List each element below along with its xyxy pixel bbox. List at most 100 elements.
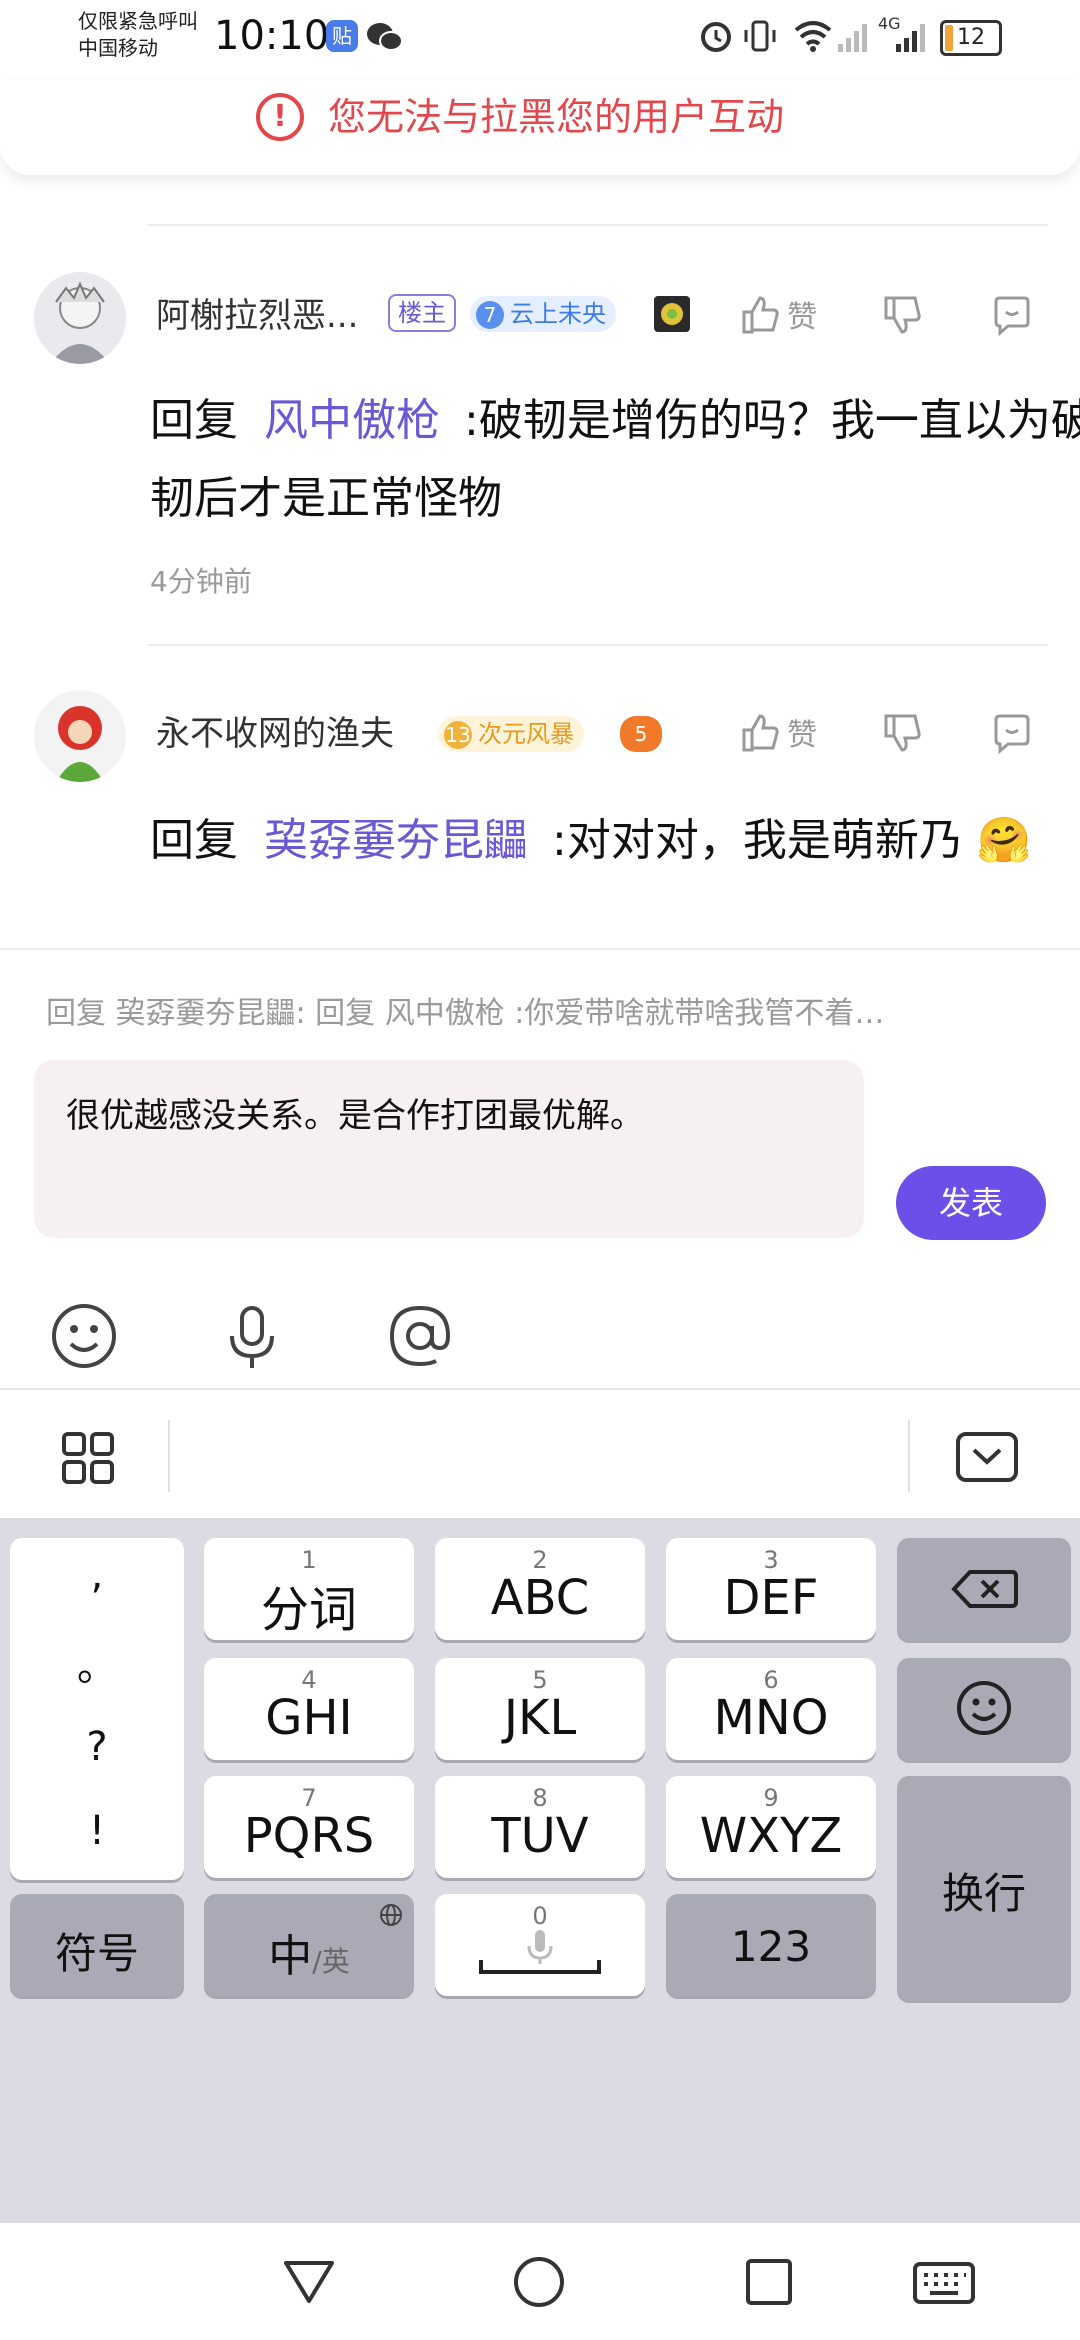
username[interactable]: 永不收网的渔夫 xyxy=(156,712,394,756)
battery-level: 12 xyxy=(957,25,985,50)
punct-period[interactable]: 。 xyxy=(10,1634,184,1692)
send-button[interactable]: 发表 xyxy=(896,1166,1046,1240)
like-button[interactable]: 赞 xyxy=(738,292,817,338)
wifi-icon xyxy=(794,21,832,52)
toast-message: 您无法与拉黑您的用户互动 xyxy=(328,95,785,139)
backspace-key[interactable] xyxy=(897,1538,1071,1640)
like-label: 赞 xyxy=(787,718,818,753)
key-2[interactable]: 2 ABC xyxy=(435,1538,645,1640)
mention-at-icon[interactable] xyxy=(380,1296,460,1376)
blocked-toast: ! 您无法与拉黑您的用户互动 xyxy=(0,80,1080,175)
comment-item: 阿榭拉烈恶... 楼主 7 云上未央 赞 回复 风中傲枪:破韧是增伤的吗？我一直以… xyxy=(0,226,1080,646)
emoji-icon[interactable] xyxy=(44,1296,124,1376)
numbers-key[interactable]: 123 xyxy=(666,1894,876,1996)
thumbs-down-icon[interactable] xyxy=(880,712,924,756)
signal-sim2-icon xyxy=(896,24,925,52)
punct-exclaim[interactable]: ! xyxy=(10,1808,184,1854)
divider xyxy=(908,1420,910,1492)
key-label: MNO xyxy=(713,1690,829,1746)
alarm-icon xyxy=(701,22,731,52)
key-4[interactable]: 4 GHI xyxy=(204,1658,414,1760)
comment-time: 4分钟前 xyxy=(150,565,252,598)
thumbs-up-icon xyxy=(742,714,779,752)
avatar[interactable] xyxy=(34,272,126,364)
key-8[interactable]: 8 TUV xyxy=(435,1776,645,1878)
vibrate-icon xyxy=(744,20,776,52)
backspace-icon xyxy=(951,1570,1018,1608)
hide-keyboard-icon[interactable] xyxy=(954,1430,1020,1484)
wechat-notification-icon xyxy=(367,23,403,51)
comment-body: :对对对，我是萌新乃 xyxy=(552,815,963,866)
level-number: 13 xyxy=(444,721,472,749)
medal-icon xyxy=(654,296,690,332)
enter-key[interactable]: 换行 xyxy=(897,1776,1071,2000)
navigation-bar xyxy=(0,2223,1080,2340)
space-key[interactable]: 0 xyxy=(435,1894,645,1996)
reply-quote: 回复 巭孬嫑夯昆鼺: 回复 风中傲枪 :你爱带啥就带啥我管不着… xyxy=(46,996,885,1031)
level-number: 7 xyxy=(476,301,504,329)
reply-comment-icon[interactable] xyxy=(990,294,1034,338)
space-number: 0 xyxy=(532,1902,548,1930)
signal-sim1-icon xyxy=(838,24,867,52)
gamepad-badge-icon: 5 xyxy=(620,716,662,752)
keyboard-switch-icon[interactable] xyxy=(912,2261,976,2305)
recents-nav-icon[interactable] xyxy=(744,2257,794,2307)
carrier-line-2: 中国移动 xyxy=(78,36,158,60)
like-button[interactable]: 赞 xyxy=(738,710,817,756)
avatar[interactable] xyxy=(34,690,126,782)
punct-question[interactable]: ? xyxy=(10,1724,184,1770)
key-5[interactable]: 5 JKL xyxy=(435,1658,645,1760)
lang-alt: /英 xyxy=(312,1945,350,1978)
keyboard-menu-grid-icon[interactable] xyxy=(58,1428,118,1488)
key-1[interactable]: 1 分词 xyxy=(204,1538,414,1640)
badge-name: 次元风暴 xyxy=(478,720,574,748)
punct-comma[interactable]: , xyxy=(10,1552,184,1598)
username[interactable]: 阿榭拉烈恶... xyxy=(156,294,358,338)
symbols-label: 符号 xyxy=(54,1929,139,1978)
back-nav-icon[interactable] xyxy=(282,2257,336,2307)
lang-main: 中 xyxy=(268,1931,313,1982)
language-switch-key[interactable]: 中/英 xyxy=(204,1894,414,1996)
symbols-key[interactable]: 符号 xyxy=(10,1894,184,1996)
mention-link[interactable]: 风中傲枪 xyxy=(264,395,440,446)
reply-input[interactable]: 很优越感没关系。是合作打团最优解。 xyxy=(34,1060,864,1238)
status-bar: 仅限紧急呼叫 中国移动 10:10 贴 4G 12 xyxy=(0,0,1080,80)
key-6[interactable]: 6 MNO xyxy=(666,1658,876,1760)
clock: 10:10 xyxy=(214,13,330,59)
space-bar-line xyxy=(479,1960,601,1974)
comment-item: 永不收网的渔夫 13 次元风暴 5 赞 回复 巭孬嫑夯昆鼺:对对对，我是萌新乃 🤗 xyxy=(0,646,1080,948)
comment-text: 回复 风中傲枪:破韧是增伤的吗？我一直以为破韧后才是正常怪物 xyxy=(150,382,1080,538)
badge-name: 云上未央 xyxy=(510,300,606,328)
key-9[interactable]: 9 WXYZ xyxy=(666,1776,876,1878)
key-3[interactable]: 3 DEF xyxy=(666,1538,876,1640)
thumbs-up-icon xyxy=(742,296,779,334)
numbers-label: 123 xyxy=(730,1922,812,1971)
reply-comment-icon[interactable] xyxy=(990,712,1034,756)
reply-prefix: 回复 xyxy=(150,395,238,446)
home-nav-icon[interactable] xyxy=(512,2255,566,2309)
mention-link[interactable]: 巭孬嫑夯昆鼺 xyxy=(264,815,528,866)
comment-text: 回复 巭孬嫑夯昆鼺:对对对，我是萌新乃 🤗 xyxy=(150,802,1080,880)
smiley-icon xyxy=(957,1681,1011,1735)
battery-icon: 12 xyxy=(940,20,1002,56)
reply-prefix: 回复 xyxy=(150,815,238,866)
t9-keyboard: , 。 ? ! 1 分词 2 ABC 3 DEF 4 GHI 5 JKL 6 MNO 7 PQ… xyxy=(0,1518,1080,2223)
level-badge: 13 次元风暴 xyxy=(438,716,584,752)
level-badge: 7 云上未央 xyxy=(470,296,616,332)
punctuation-column[interactable]: , 。 ? ! xyxy=(10,1538,184,1880)
like-label: 赞 xyxy=(787,300,818,335)
key-7[interactable]: 7 PQRS xyxy=(204,1776,414,1878)
warning-icon: ! xyxy=(256,93,304,141)
enter-label: 换行 xyxy=(941,1869,1026,1918)
key-label: JKL xyxy=(503,1690,577,1746)
key-label: GHI xyxy=(265,1690,353,1746)
divider xyxy=(168,1420,170,1492)
language-label: 中/英 xyxy=(204,1920,414,1984)
emoji-key[interactable] xyxy=(897,1658,1071,1760)
key-label: PQRS xyxy=(243,1808,375,1864)
microphone-icon[interactable] xyxy=(212,1296,292,1376)
tieba-notification-icon: 贴 xyxy=(326,20,358,52)
key-label: DEF xyxy=(723,1570,819,1626)
thumbs-down-icon[interactable] xyxy=(880,294,924,338)
carrier-info: 仅限紧急呼叫 中国移动 xyxy=(78,8,198,62)
